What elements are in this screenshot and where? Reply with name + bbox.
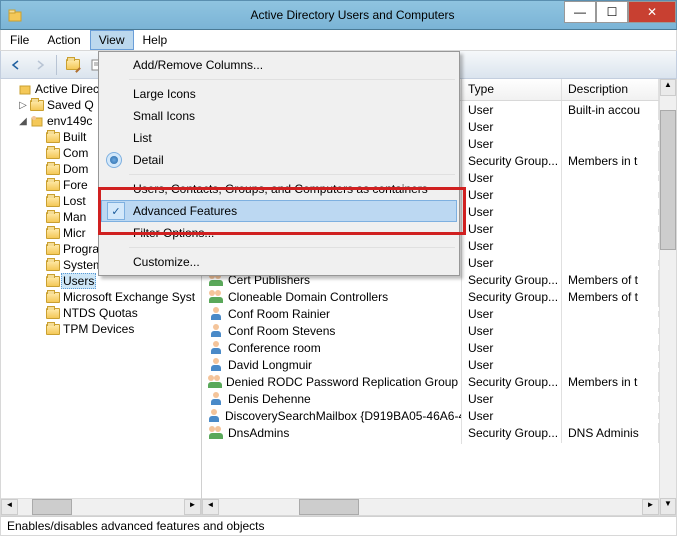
menu-users-containers[interactable]: Users, Contacts, Groups, and Computers a…	[101, 178, 457, 200]
folder-icon	[46, 260, 60, 271]
minimize-button[interactable]: —	[564, 1, 596, 23]
list-row[interactable]: DnsAdminsSecurity Group...DNS Adminis	[202, 424, 659, 441]
forward-button[interactable]	[29, 54, 51, 76]
menu-bar: File Action View Help	[0, 30, 677, 51]
status-bar: Enables/disables advanced features and o…	[0, 516, 677, 536]
tree-item[interactable]: TPM Devices	[3, 321, 201, 337]
col-description[interactable]: Description	[562, 79, 659, 100]
menu-view[interactable]: View	[90, 30, 134, 50]
folder-icon	[46, 292, 60, 303]
user-icon	[210, 358, 223, 371]
folder-icon	[46, 276, 60, 287]
back-button[interactable]	[5, 54, 27, 76]
folder-icon	[46, 148, 60, 159]
view-menu-panel: Add/Remove Columns... Large Icons Small …	[98, 51, 460, 276]
user-icon	[210, 392, 223, 405]
app-icon	[7, 7, 23, 23]
toolbar-new-folder[interactable]	[62, 54, 84, 76]
tree-item[interactable]: NTDS Quotas	[3, 305, 201, 321]
group-icon	[209, 426, 223, 439]
folder-icon	[46, 308, 60, 319]
menu-filter-options[interactable]: Filter Options...	[101, 222, 457, 244]
folder-icon	[46, 196, 60, 207]
folder-icon	[30, 100, 44, 111]
user-icon	[208, 409, 221, 422]
folder-icon	[46, 212, 60, 223]
title-bar: Active Directory Users and Computers — ☐…	[0, 0, 677, 30]
maximize-button[interactable]: ☐	[596, 1, 628, 23]
folder-icon	[46, 324, 60, 335]
tree-hscroll[interactable]: ◄►	[1, 498, 201, 515]
menu-customize[interactable]: Customize...	[101, 251, 457, 273]
user-icon	[210, 324, 223, 337]
menu-detail[interactable]: Detail	[101, 149, 457, 171]
list-vscroll[interactable]: ▲ ▼	[659, 79, 676, 515]
folder-icon	[46, 132, 60, 143]
menu-advanced-features[interactable]: ✓Advanced Features	[101, 200, 457, 222]
user-icon	[210, 307, 223, 320]
folder-icon	[46, 180, 60, 191]
close-button[interactable]: ✕	[628, 1, 676, 23]
folder-icon	[46, 228, 60, 239]
folder-icon	[46, 164, 60, 175]
menu-help[interactable]: Help	[134, 30, 177, 50]
group-icon	[209, 290, 223, 303]
menu-action[interactable]: Action	[38, 30, 89, 50]
list-hscroll[interactable]: ◄►	[202, 498, 659, 515]
menu-large-icons[interactable]: Large Icons	[101, 83, 457, 105]
radio-indicator	[110, 156, 118, 164]
check-icon: ✓	[107, 202, 125, 220]
user-icon	[210, 341, 223, 354]
menu-add-remove-columns[interactable]: Add/Remove Columns...	[101, 54, 457, 76]
menu-small-icons[interactable]: Small Icons	[101, 105, 457, 127]
folder-icon	[46, 244, 60, 255]
tree-item[interactable]: Microsoft Exchange Syst	[3, 289, 201, 305]
col-type[interactable]: Type	[462, 79, 562, 100]
menu-list[interactable]: List	[101, 127, 457, 149]
group-icon	[208, 375, 222, 388]
menu-file[interactable]: File	[1, 30, 38, 50]
